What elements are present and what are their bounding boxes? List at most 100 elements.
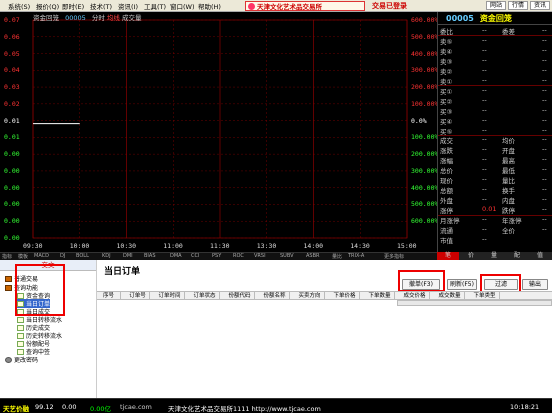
indicator-tab[interactable]: CCI (191, 253, 199, 259)
quote-name: 资金回笼 (479, 13, 512, 23)
y-tick-left: 0.05 (4, 49, 20, 58)
quote-label2: 内盘 (502, 197, 515, 206)
indicator-tab[interactable]: 指标 (2, 253, 12, 260)
quote-label: 卖④ (440, 47, 453, 56)
quote-row: 买① -- -- (440, 86, 550, 97)
quote-tab[interactable]: 价 (460, 252, 482, 260)
menu-info[interactable]: 资讯(I) (118, 1, 138, 11)
indicator-tab[interactable]: BIAS (144, 253, 156, 259)
quote-label: 现价 (440, 177, 453, 186)
y-tick-right: 400.00% (411, 183, 439, 192)
indicator-tab[interactable]: 量比 (332, 253, 342, 260)
indicator-tab[interactable]: ASBR (306, 253, 320, 259)
quote-tab[interactable]: 量 (483, 252, 505, 260)
x-tick: 10:00 (69, 242, 90, 250)
quote-value: -- (482, 45, 487, 54)
indicator-tab[interactable]: TRIX-A (348, 253, 364, 259)
quote-value: -- (482, 145, 487, 154)
doc-icon (17, 348, 24, 355)
quote-label: 流通 (440, 227, 453, 235)
indicator-tab[interactable]: DMA (170, 253, 182, 259)
y-tick-right: 300.00% (411, 66, 439, 75)
indicator-tab[interactable]: VRSI (254, 253, 266, 259)
nav-item-change-password[interactable]: 更改密码 (5, 355, 38, 364)
menu-tools[interactable]: 工具(T) (144, 1, 166, 11)
column-header[interactable]: 份额代码 (225, 292, 255, 300)
quote-row: 卖② -- -- (440, 66, 550, 77)
status-bar: 天艺价融 99.12 0.00 0.00亿 tjcae.com 天津文化艺术品交… (0, 398, 552, 413)
quote-value: -- (482, 115, 487, 124)
menu-help[interactable]: 帮助(H) (198, 1, 221, 11)
menu-system[interactable]: 系统(S) (8, 1, 30, 11)
quote-value: -- (482, 55, 487, 64)
y-tick-left: 0.00 (4, 166, 20, 175)
doc-icon (17, 324, 24, 331)
y-tick-right: 0.0% (411, 116, 427, 125)
menu-bar: 系统(S) 报价(Q) 即时(E) 技术(T) 资讯(I) 工具(T) 窗口(W… (0, 0, 552, 12)
quote-tab[interactable]: 值 (529, 252, 551, 260)
quote-value: -- (482, 175, 487, 184)
quote-value: -- (482, 75, 487, 84)
top-button-market[interactable]: 行情 (508, 1, 528, 10)
doc-icon (17, 332, 24, 339)
indicator-tab[interactable]: BOLL (76, 253, 89, 259)
column-header[interactable]: 下单数量 (365, 292, 395, 300)
doc-icon (17, 316, 24, 323)
page-title: 当日订单 (104, 267, 141, 277)
chart-mode: 分时 (91, 14, 105, 22)
indicator-tab[interactable]: MACD (34, 253, 49, 259)
quote-tab[interactable]: 配 (506, 252, 528, 260)
column-header[interactable]: 下单类型 (470, 292, 500, 300)
menu-tech[interactable]: 技术(T) (90, 1, 112, 11)
quote-row: 月涨停 -- 年涨停 -- (440, 215, 550, 226)
top-button-website[interactable]: 网站 (486, 1, 506, 10)
column-header[interactable]: 份额名称 (260, 292, 290, 300)
quote-value2: -- (542, 195, 547, 204)
refresh-button[interactable]: 刷新(F5) (447, 279, 477, 290)
y-tick-left: 0.00 (4, 150, 20, 159)
indicator-tab[interactable]: SUBV (280, 253, 294, 259)
indicator-tab[interactable]: 模板 (18, 253, 28, 260)
column-header[interactable]: 序号 (97, 292, 121, 300)
x-tick: 11:00 (163, 242, 183, 250)
export-button[interactable]: 输出 (522, 279, 548, 290)
column-header[interactable]: 订单状态 (190, 292, 220, 300)
login-status: 交易已登录 (372, 2, 407, 10)
quote-value: -- (482, 95, 487, 104)
quote-value2: -- (542, 185, 547, 194)
indicator-tab[interactable]: 更多指标 (384, 253, 404, 260)
quote-tab[interactable]: 笔 (437, 252, 459, 260)
quote-row: 总价 -- 最低 -- (440, 165, 550, 176)
column-header[interactable]: 订单时间 (155, 292, 185, 300)
indicator-tab[interactable]: DMI (123, 253, 133, 259)
x-tick: 14:30 (350, 242, 370, 250)
quote-value2: -- (542, 105, 547, 114)
quote-label: 买② (440, 97, 453, 106)
menu-instant[interactable]: 即时(E) (62, 1, 84, 11)
column-header[interactable]: 下单价格 (330, 292, 360, 300)
indicator-tab[interactable]: ROC (233, 253, 244, 259)
y-tick-right: 200.00% (411, 83, 439, 92)
column-header[interactable]: 买卖方向 (295, 292, 325, 300)
quote-value2: -- (542, 215, 547, 224)
quote-label: 涨跌 (440, 147, 453, 156)
column-header[interactable]: 成交价格 (400, 292, 430, 300)
indicator-tabstrip: 指标 模板 MACD DJ BOLL KDJ DMI BIAS DMA CCI PSY ROC VRSI… (0, 252, 437, 260)
quote-label: 买③ (440, 107, 453, 116)
column-header[interactable]: 订单号 (126, 292, 150, 300)
menu-window[interactable]: 窗口(W) (170, 1, 195, 11)
quote-label: 涨幅 (440, 157, 453, 166)
quote-row: 买③ -- -- (440, 106, 550, 117)
indicator-tab[interactable]: DJ (60, 253, 65, 259)
quote-label: 总价 (440, 167, 453, 176)
indicator-tab[interactable]: PSY (212, 253, 221, 259)
y-tick-left: 0.01 (4, 133, 20, 142)
menu-quote[interactable]: 报价(Q) (36, 1, 59, 11)
quote-row: 总额 -- 换手 -- (440, 185, 550, 196)
column-header[interactable]: 成交数量 (435, 292, 465, 300)
logo-text: 天津文化艺术品交易所 (257, 3, 322, 11)
highlight-box-cancel (398, 270, 445, 292)
indicator-tab[interactable]: KDJ (102, 253, 111, 259)
top-button-info[interactable]: 资讯 (530, 1, 550, 10)
table-scrollbar[interactable] (397, 300, 552, 306)
